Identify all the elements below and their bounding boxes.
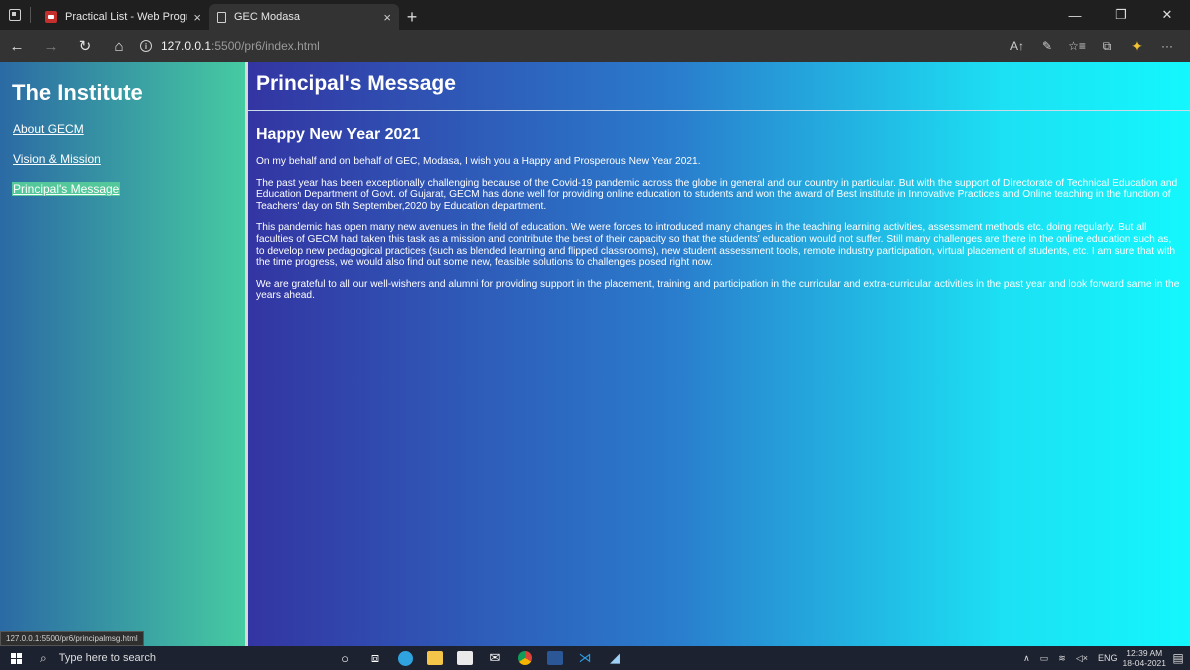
chrome-icon[interactable] [510, 646, 540, 670]
search-placeholder: Type here to search [58, 652, 156, 664]
extension-icon[interactable]: ✦ [1122, 30, 1152, 62]
tray-chevron-icon[interactable]: ∧ [1023, 653, 1030, 664]
taskbar-apps: ○ ⧈ ✉ ⋊ ◢ [330, 646, 630, 670]
system-tray: ∧ ▭ ≋ ◁× ENG 12:39 AM 18-04-2021 ▤ [1018, 646, 1190, 670]
vscode-icon[interactable]: ⋊ [570, 646, 600, 670]
store-icon[interactable] [450, 646, 480, 670]
mail-icon[interactable]: ✉ [480, 646, 510, 670]
message-paragraph: On my behalf and on behalf of GEC, Modas… [256, 156, 701, 167]
more-icon[interactable]: ··· [1152, 30, 1182, 62]
language-indicator[interactable]: ENG [1098, 653, 1118, 663]
battery-icon[interactable]: ▭ [1040, 653, 1049, 664]
tab-close-icon[interactable]: × [383, 10, 391, 25]
web-page: The Institute About GECM Vision & Missio… [0, 62, 1190, 646]
window-controls: — ❐ ✕ [1052, 0, 1190, 30]
tab-close-icon[interactable]: × [193, 10, 201, 25]
address-bar: ← → ↻ ⌂ i 127.0.0.1:5500/pr6/index.html … [0, 30, 1190, 62]
tab-separator [30, 7, 31, 23]
browser-toolbar: A↑ ✎ ☆≡ ⧉ ✦ ··· [1002, 30, 1182, 62]
forward-button[interactable]: → [34, 30, 68, 62]
message-paragraph: The past year has been exceptionally cha… [256, 177, 1178, 212]
edge-icon[interactable] [390, 646, 420, 670]
main-content: Principal's Message Happy New Year 2021 … [248, 62, 1190, 646]
volume-icon[interactable]: ◁× [1076, 653, 1088, 664]
message-paragraph: We are grateful to all our well-wishers … [256, 278, 1180, 302]
title-divider [248, 110, 1190, 111]
pen-icon[interactable]: ✎ [1032, 30, 1062, 62]
collections-icon[interactable]: ⧉ [1092, 30, 1122, 62]
sidebar-link-principal-message[interactable]: Principal's Message [12, 182, 121, 196]
page-favicon-icon [217, 11, 226, 23]
notification-icon[interactable]: ▤ [1166, 646, 1190, 670]
tab-practical-list[interactable]: Practical List - Web Programming × [37, 4, 209, 30]
clock[interactable]: 12:39 AM 18-04-2021 [1123, 648, 1166, 668]
refresh-button[interactable]: ↻ [68, 30, 102, 62]
sidebar-link-vision[interactable]: Vision & Mission [12, 152, 102, 166]
new-tab-button[interactable]: + [399, 4, 425, 30]
word-icon[interactable] [540, 646, 570, 670]
tab-actions-icon[interactable] [0, 0, 30, 30]
page-title: Principal's Message [256, 72, 456, 95]
url-host: 127.0.0.1 [161, 39, 212, 53]
windows-taskbar: ⌕ Type here to search ○ ⧈ ✉ ⋊ ◢ ∧ ▭ ≋ ◁×… [0, 646, 1190, 670]
page-subtitle: Happy New Year 2021 [256, 126, 421, 143]
clock-date: 18-04-2021 [1122, 658, 1166, 668]
minimize-button[interactable]: — [1052, 0, 1098, 30]
youtube-favicon-icon [45, 11, 57, 23]
sidebar-title: The Institute [12, 80, 143, 105]
tab-title: Practical List - Web Programming [65, 11, 188, 23]
tab-gec-modasa[interactable]: GEC Modasa × [209, 4, 399, 30]
sidebar: The Institute About GECM Vision & Missio… [0, 62, 245, 646]
favorites-icon[interactable]: ☆≡ [1062, 30, 1092, 62]
wifi-icon[interactable]: ≋ [1058, 653, 1066, 664]
read-aloud-icon[interactable]: A↑ [1002, 30, 1032, 62]
message-paragraph: This pandemic has open many new avenues … [256, 222, 1176, 269]
url-path: :5500/pr6/index.html [211, 39, 320, 53]
back-button[interactable]: ← [0, 30, 34, 62]
maximize-button[interactable]: ❐ [1098, 0, 1144, 30]
paint-icon[interactable]: ◢ [600, 646, 630, 670]
cortana-icon[interactable]: ○ [330, 646, 360, 670]
url-field[interactable]: i 127.0.0.1:5500/pr6/index.html [140, 39, 320, 53]
home-button[interactable]: ⌂ [102, 30, 136, 62]
taskbar-search[interactable]: ⌕ Type here to search [32, 646, 306, 670]
site-info-icon[interactable]: i [140, 40, 152, 52]
search-icon: ⌕ [40, 650, 47, 665]
windows-start-icon[interactable] [0, 646, 32, 670]
clock-time: 12:39 AM [1126, 648, 1163, 658]
file-explorer-icon[interactable] [420, 646, 450, 670]
status-bar-url: 127.0.0.1:5500/pr6/principalmsg.html [0, 631, 144, 646]
close-window-button[interactable]: ✕ [1144, 0, 1190, 30]
tab-title: GEC Modasa [234, 11, 301, 23]
task-view-icon[interactable]: ⧈ [360, 646, 390, 670]
sidebar-link-about[interactable]: About GECM [12, 122, 85, 136]
browser-tab-strip: Practical List - Web Programming × GEC M… [0, 0, 1190, 30]
